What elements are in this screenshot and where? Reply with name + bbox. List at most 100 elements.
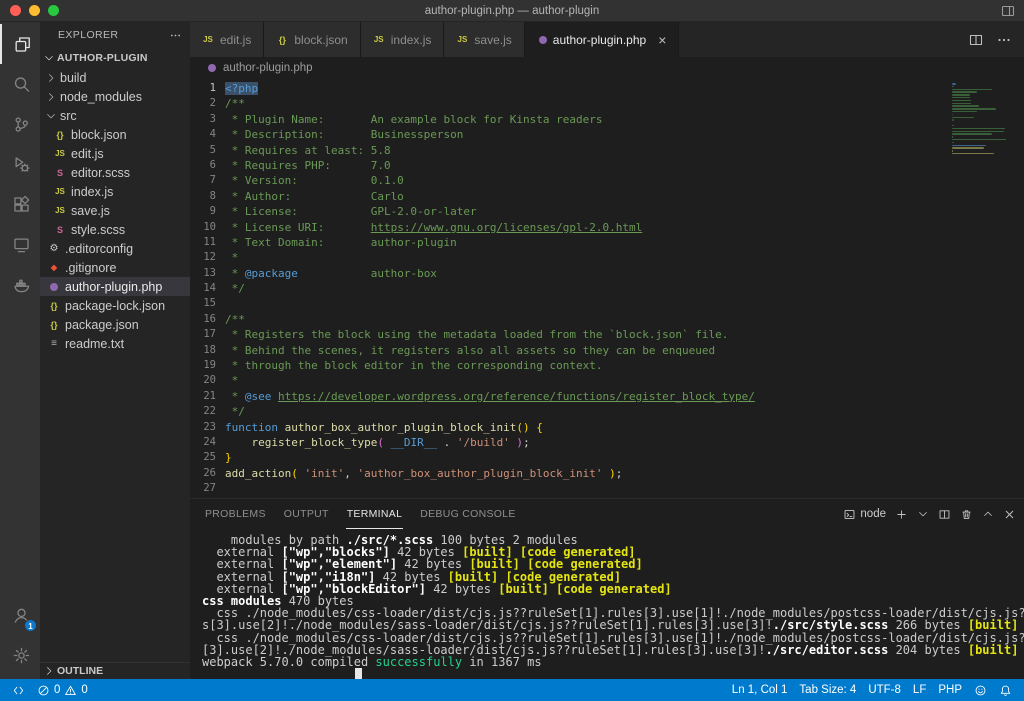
item-label: block.json	[71, 128, 127, 142]
file-item-editor.scss[interactable]: Seditor.scss	[40, 163, 190, 182]
tab-edit.js[interactable]: JSedit.js	[190, 22, 264, 57]
customize-layout-button[interactable]	[1000, 3, 1016, 19]
search-icon	[12, 75, 31, 94]
maximize-panel-button[interactable]	[982, 508, 994, 520]
remote-window-button[interactable]	[6, 679, 31, 701]
file-item-readme.txt[interactable]: ≡readme.txt	[40, 334, 190, 353]
code-editor[interactable]: 1<?php2/**3 * Plugin Name: An example bl…	[190, 79, 1024, 498]
kill-terminal-button[interactable]	[960, 508, 973, 521]
line-number: 4	[190, 127, 216, 142]
panel-header: PROBLEMS OUTPUT TERMINAL DEBUG CONSOLE node	[190, 499, 1024, 529]
status-encoding[interactable]: UTF-8	[862, 679, 907, 701]
status-cursor-position[interactable]: Ln 1, Col 1	[726, 679, 794, 701]
panel-tab-debug-console[interactable]: DEBUG CONSOLE	[419, 499, 517, 529]
code-token: * Text Domain: author-plugin	[225, 236, 457, 249]
file-item-block.json[interactable]: {}block.json	[40, 125, 190, 144]
tab-bar-tabs: JSedit.js{}block.jsonJSindex.jsJSsave.js…	[190, 22, 679, 57]
code-text: register_block_type( __DIR__ . '/build' …	[225, 435, 530, 450]
code-line: 13 * @package author-box	[190, 266, 1024, 281]
code-line: 6 * Requires PHP: 7.0	[190, 158, 1024, 173]
line-number: 6	[190, 158, 216, 173]
folder-item-node_modules[interactable]: node_modules	[40, 87, 190, 106]
terminal-shell-picker[interactable]: node	[843, 508, 886, 521]
file-item-.gitignore[interactable]: ◆.gitignore	[40, 258, 190, 277]
errors-icon	[37, 684, 50, 697]
line-number: 17	[190, 327, 216, 342]
item-label: src	[60, 109, 77, 123]
main-area: 1 EXPLORER AUTHOR-PLUGIN buildnode_modul…	[0, 22, 1024, 679]
status-tab-size[interactable]: Tab Size: 4	[793, 679, 862, 701]
code-text: }	[225, 450, 232, 465]
minimap-line	[952, 131, 1004, 133]
code-token: * License: GPL-2.0-or-later	[225, 205, 477, 218]
outline-section-header[interactable]: OUTLINE	[40, 662, 190, 679]
folder-item-build[interactable]: build	[40, 68, 190, 87]
file-item-index.js[interactable]: JSindex.js	[40, 182, 190, 201]
json-file-icon: {}	[276, 34, 288, 46]
activity-item-docker[interactable]	[0, 264, 40, 304]
minimap-line	[952, 153, 994, 155]
file-item-style.scss[interactable]: Sstyle.scss	[40, 220, 190, 239]
shell-label: node	[860, 508, 886, 520]
code-token: *	[225, 267, 245, 280]
activity-item-search[interactable]	[0, 64, 40, 104]
zoom-window-button[interactable]	[48, 5, 59, 16]
file-item-edit.js[interactable]: JSedit.js	[40, 144, 190, 163]
tab-block.json[interactable]: {}block.json	[264, 22, 360, 57]
folder-item-src[interactable]: src	[40, 106, 190, 125]
workspace-section-header[interactable]: AUTHOR-PLUGIN	[40, 48, 190, 68]
docker-icon	[12, 275, 31, 294]
terminal-cursor[interactable]	[355, 668, 362, 679]
tab-index.js[interactable]: JSindex.js	[361, 22, 445, 57]
feedback-button[interactable]	[968, 679, 993, 701]
close-window-button[interactable]	[10, 5, 21, 16]
tab-save.js[interactable]: JSsave.js	[444, 22, 524, 57]
item-label: style.scss	[71, 223, 125, 237]
minimap-line	[952, 103, 971, 105]
close-tab-button[interactable]: ×	[658, 33, 666, 47]
activity-item-settings[interactable]	[0, 635, 40, 675]
notifications-button[interactable]	[993, 679, 1018, 701]
file-item-package.json[interactable]: {}package.json	[40, 315, 190, 334]
breadcrumb-item[interactable]: author-plugin.php	[223, 62, 313, 74]
activity-item-explorer[interactable]	[0, 24, 40, 64]
code-token: * Description: Businessperson	[225, 128, 463, 141]
status-eol[interactable]: LF	[907, 679, 932, 701]
split-terminal-button[interactable]	[938, 508, 951, 521]
chev-down-icon	[45, 110, 57, 122]
file-item-package-lock.json[interactable]: {}package-lock.json	[40, 296, 190, 315]
minimize-window-button[interactable]	[29, 5, 40, 16]
file-item-author-plugin.php[interactable]: author-plugin.php	[40, 277, 190, 296]
explorer-actions-button[interactable]	[169, 29, 182, 42]
terminal-output[interactable]: modules by path ./src/*.scss 100 bytes 2…	[190, 529, 1024, 679]
minimap[interactable]	[952, 83, 1010, 159]
terminal-dropdown-button[interactable]	[917, 508, 929, 520]
close-panel-button[interactable]	[1003, 508, 1016, 521]
activity-item-accounts[interactable]: 1	[0, 595, 40, 635]
more-actions-button[interactable]	[996, 32, 1012, 48]
outline-label: OUTLINE	[57, 665, 103, 677]
status-language-mode[interactable]: PHP	[932, 679, 968, 701]
file-item-save.js[interactable]: JSsave.js	[40, 201, 190, 220]
new-terminal-button[interactable]	[895, 508, 908, 521]
line-number: 7	[190, 173, 216, 188]
activity-item-remote-explorer[interactable]	[0, 224, 40, 264]
tab-author-plugin.php[interactable]: author-plugin.php×	[525, 22, 680, 57]
code-text: <?php	[225, 81, 258, 96]
activity-item-run-debug[interactable]	[0, 144, 40, 184]
code-text: * Requires PHP: 7.0	[225, 158, 391, 173]
js-file-icon: JS	[202, 34, 214, 46]
panel-tab-problems[interactable]: PROBLEMS	[204, 499, 267, 529]
activity-item-extensions[interactable]	[0, 184, 40, 224]
file-item-.editorconfig[interactable]: ⚙.editorconfig	[40, 239, 190, 258]
terminal-token: [built]	[498, 582, 549, 596]
item-label: .editorconfig	[65, 242, 133, 256]
split-icon	[938, 508, 951, 521]
panel-tab-output[interactable]: OUTPUT	[283, 499, 330, 529]
code-line: 7 * Version: 0.1.0	[190, 173, 1024, 188]
split-editor-button[interactable]	[968, 32, 984, 48]
panel-tab-terminal[interactable]: TERMINAL	[346, 499, 404, 529]
item-label: edit.js	[71, 147, 104, 161]
activity-item-source-control[interactable]	[0, 104, 40, 144]
problems-status[interactable]: 0 0	[31, 679, 94, 701]
